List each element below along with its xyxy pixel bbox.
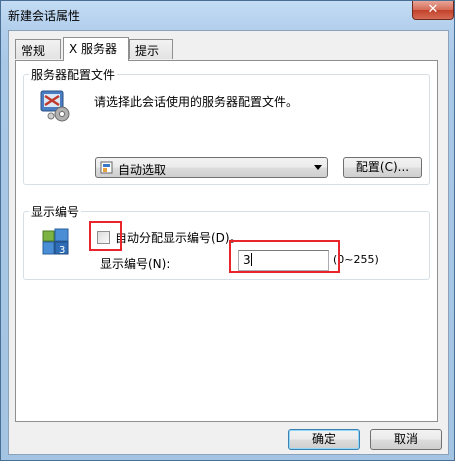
- close-button[interactable]: ✕: [412, 1, 454, 20]
- svg-text:3: 3: [59, 245, 65, 256]
- client-area: 常规 X 服务器 提示 服务器配置文件 请选择此会话使用的服务器配置文件。 自动…: [8, 30, 449, 455]
- title-bar[interactable]: 新建会话属性 ✕: [1, 1, 454, 29]
- display-number-group-label: 显示编号: [29, 203, 82, 220]
- dialog-window: 新建会话属性 ✕ 常规 X 服务器 提示 服务器配置文件 请选择此会话使用的服务…: [0, 0, 455, 461]
- config-file-icon: [100, 161, 113, 174]
- tab-label: 提示: [135, 44, 160, 58]
- tab-general[interactable]: 常规: [15, 39, 61, 59]
- configure-button[interactable]: 配置(C)...: [343, 157, 422, 178]
- highlight-input: [229, 240, 340, 273]
- auto-assign-label[interactable]: 自动分配显示编号(D)。: [115, 229, 242, 246]
- tab-label: X 服务器: [69, 42, 118, 56]
- server-config-group-label: 服务器配置文件: [29, 66, 118, 83]
- window-title: 新建会话属性: [8, 9, 81, 23]
- ok-button[interactable]: 确定: [288, 429, 360, 450]
- cancel-button[interactable]: 取消: [370, 429, 442, 450]
- display-number-icon: 3: [42, 228, 69, 256]
- close-icon: ✕: [427, 2, 439, 17]
- server-config-icon: [40, 90, 70, 122]
- server-config-description: 请选择此会话使用的服务器配置文件。: [94, 95, 299, 109]
- server-config-select[interactable]: 自动选取: [95, 157, 328, 178]
- tab-hints[interactable]: 提示: [129, 39, 173, 59]
- chevron-down-icon: [314, 165, 322, 170]
- tab-panel: 服务器配置文件 请选择此会话使用的服务器配置文件。 自动选取 配置(C)... …: [15, 60, 438, 422]
- tab-label: 常规: [21, 44, 46, 58]
- tab-x-server[interactable]: X 服务器: [63, 37, 129, 61]
- display-number-label: 显示编号(N):: [100, 257, 171, 271]
- server-config-selected: 自动选取: [118, 163, 167, 177]
- highlight-checkbox: [89, 221, 122, 251]
